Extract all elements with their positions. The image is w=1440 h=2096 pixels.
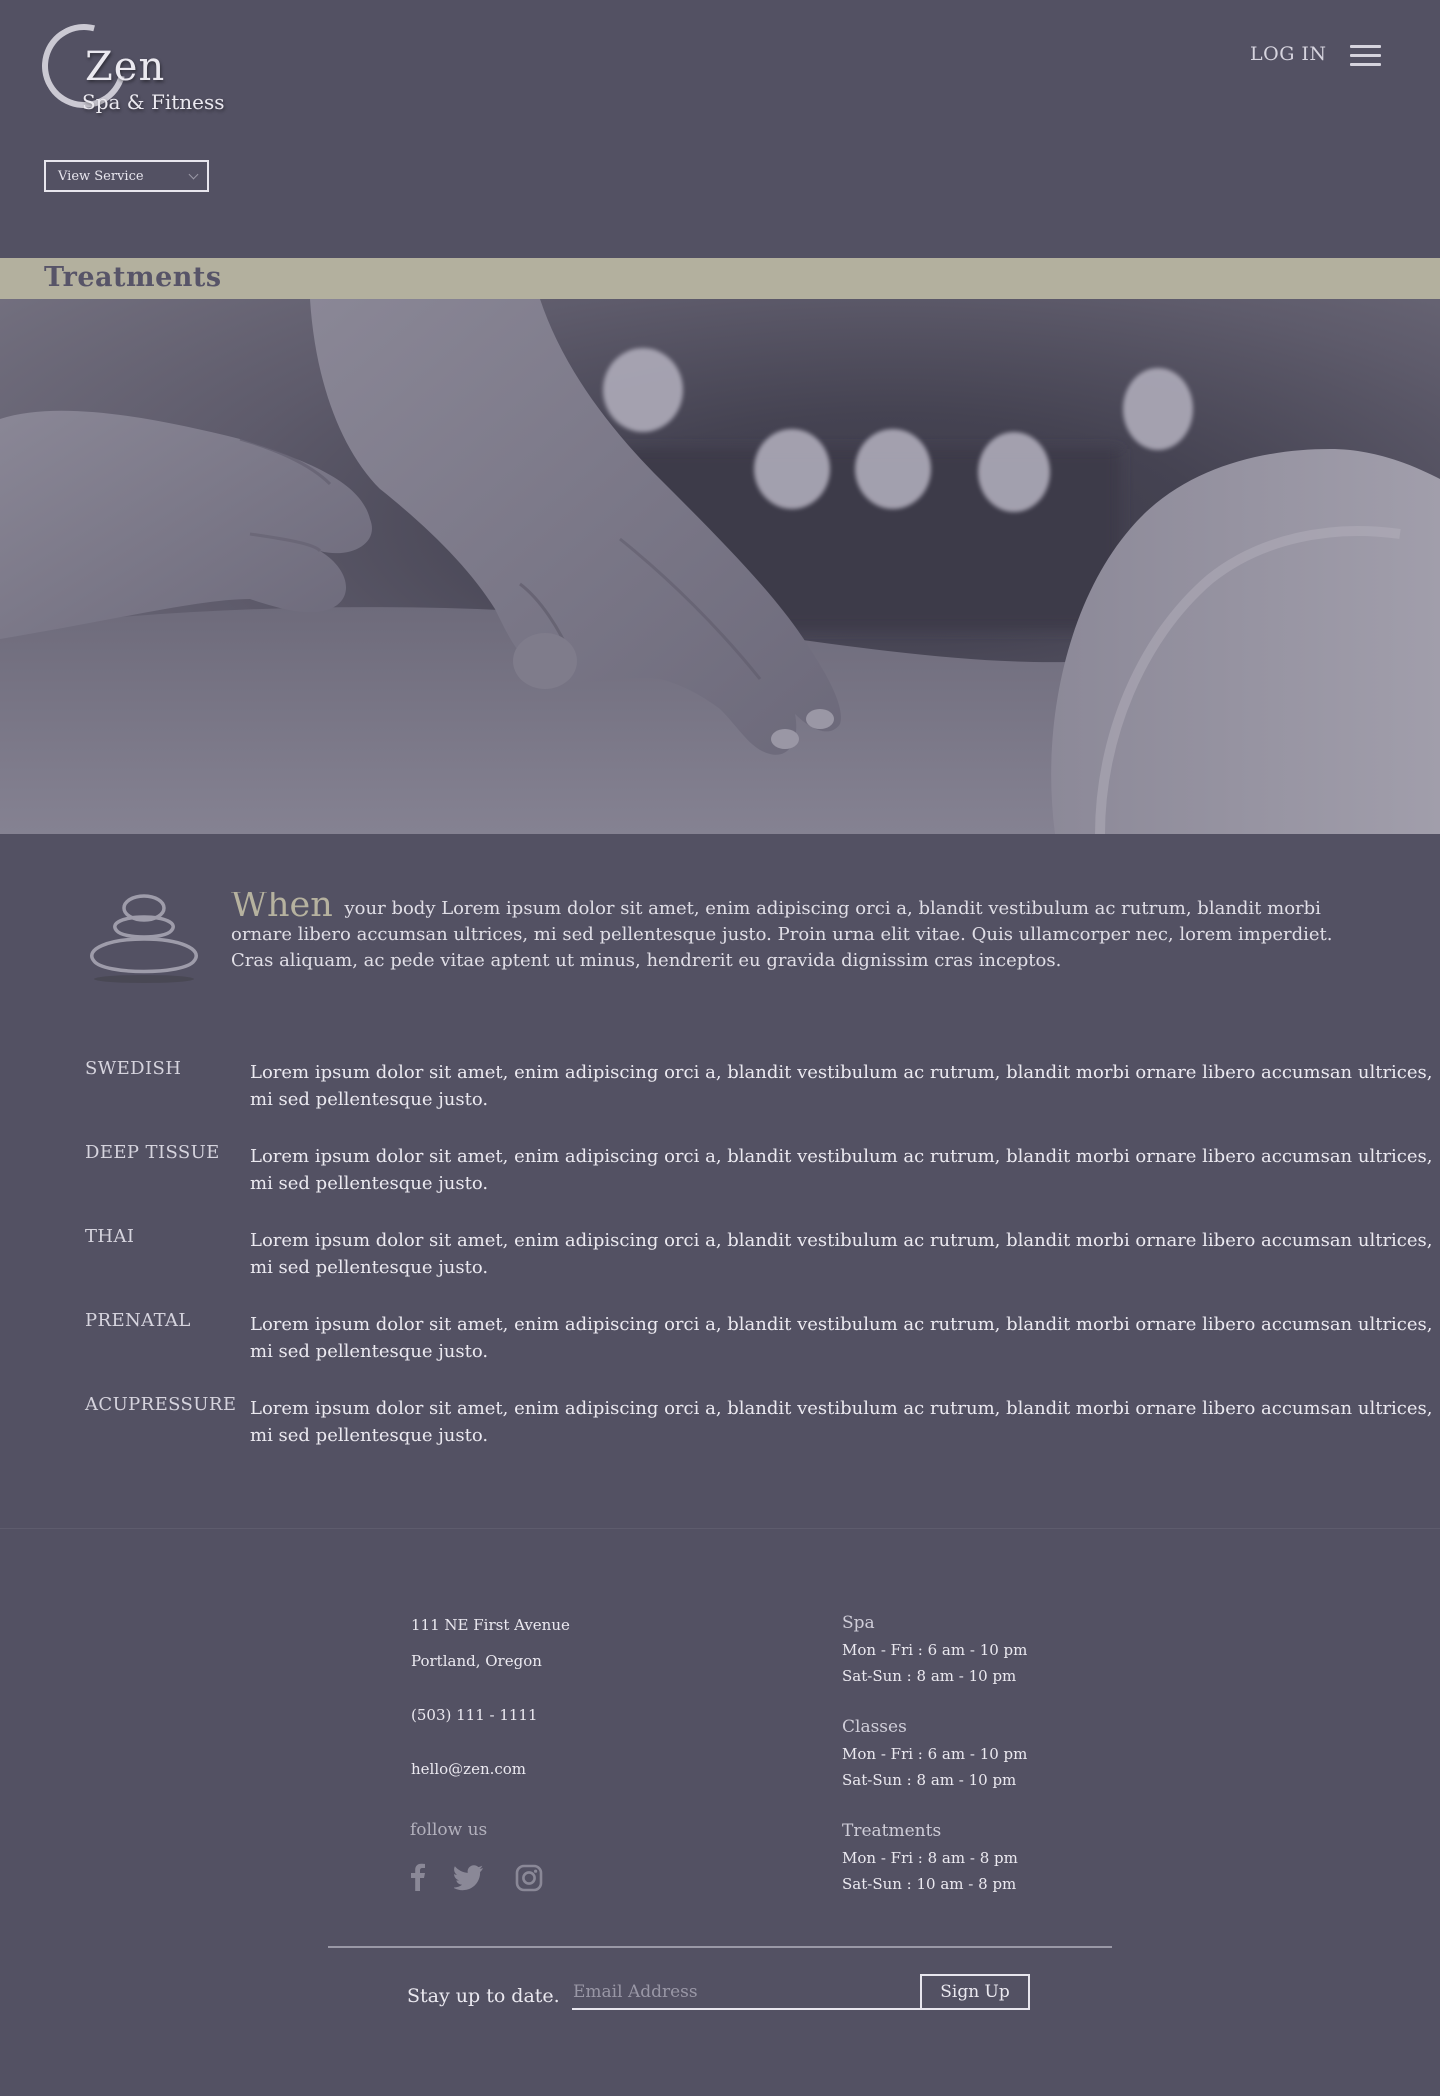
hours-spa-weekend: Sat-Sun : 8 am - 10 pm [842, 1667, 1017, 1685]
treatment-row: THAI Lorem ipsum dolor sit amet, enim ad… [85, 1226, 1433, 1286]
intro-paragraph: When your body Lorem ipsum dolor sit ame… [231, 892, 1356, 980]
treatment-name: PRENATAL [85, 1310, 191, 1331]
brand-name: Zen [85, 44, 166, 90]
brand-tagline: Spa & Fitness [82, 90, 225, 114]
treatment-row: SWEDISH Lorem ipsum dolor sit amet, enim… [85, 1058, 1433, 1118]
logo[interactable]: Zen Spa & Fitness [26, 8, 227, 124]
treatment-description: Lorem ipsum dolor sit amet, enim adipisc… [250, 1230, 1433, 1278]
follow-label: follow us [410, 1820, 488, 1840]
treatment-name: ACUPRESSURE [85, 1394, 237, 1415]
service-select-value: View Service [58, 168, 144, 184]
service-select[interactable]: View Service [44, 160, 209, 192]
page-title: Treatments [44, 262, 222, 293]
hours-title-treatments: Treatments [842, 1821, 942, 1841]
phone-number[interactable]: (503) 111 - 1111 [411, 1706, 538, 1724]
section-divider [0, 1528, 1440, 1529]
treatment-name: THAI [85, 1226, 135, 1247]
address-line1: 111 NE First Avenue [411, 1616, 570, 1634]
treatment-description: Lorem ipsum dolor sit amet, enim adipisc… [250, 1398, 1433, 1446]
hours-title-spa: Spa [842, 1613, 875, 1633]
address-line2: Portland, Oregon [411, 1652, 542, 1670]
hours-spa-weekday: Mon - Fri : 6 am - 10 pm [842, 1641, 1028, 1659]
treatment-description: Lorem ipsum dolor sit amet, enim adipisc… [250, 1314, 1433, 1362]
hours-treatments-weekend: Sat-Sun : 10 am - 8 pm [842, 1875, 1017, 1893]
newsletter-label: Stay up to date. [407, 1985, 560, 2007]
treatment-description: Lorem ipsum dolor sit amet, enim adipisc… [250, 1062, 1433, 1110]
twitter-icon[interactable] [452, 1863, 484, 1891]
treatment-row: ACUPRESSURE Lorem ipsum dolor sit amet, … [85, 1394, 1433, 1454]
hours-classes-weekend: Sat-Sun : 8 am - 10 pm [842, 1771, 1017, 1789]
facebook-icon[interactable] [404, 1863, 432, 1891]
treatment-name: DEEP TISSUE [85, 1142, 220, 1163]
hours-treatments-weekday: Mon - Fri : 8 am - 8 pm [842, 1849, 1018, 1867]
instagram-icon[interactable] [515, 1864, 543, 1892]
email-input[interactable]: Email Address [572, 1978, 920, 2010]
footer-divider [328, 1946, 1112, 1948]
stones-icon [84, 893, 204, 985]
email-link[interactable]: hello@zen.com [411, 1760, 526, 1778]
treatment-row: DEEP TISSUE Lorem ipsum dolor sit amet, … [85, 1142, 1433, 1202]
chevron-down-icon [188, 169, 199, 179]
login-link[interactable]: LOG IN [1250, 43, 1327, 65]
menu-icon[interactable] [1350, 45, 1381, 67]
treatment-row: PRENATAL Lorem ipsum dolor sit amet, eni… [85, 1310, 1433, 1370]
hours-classes-weekday: Mon - Fri : 6 am - 10 pm [842, 1745, 1028, 1763]
signup-button[interactable]: Sign Up [920, 1974, 1030, 2010]
intro-lead: When [231, 892, 333, 925]
hero-image [0, 299, 1440, 834]
treatment-description: Lorem ipsum dolor sit amet, enim adipisc… [250, 1146, 1433, 1194]
treatment-name: SWEDISH [85, 1058, 182, 1079]
hours-title-classes: Classes [842, 1717, 907, 1737]
massage-photo [0, 299, 1440, 834]
intro-text: your body Lorem ipsum dolor sit amet, en… [231, 898, 1333, 971]
